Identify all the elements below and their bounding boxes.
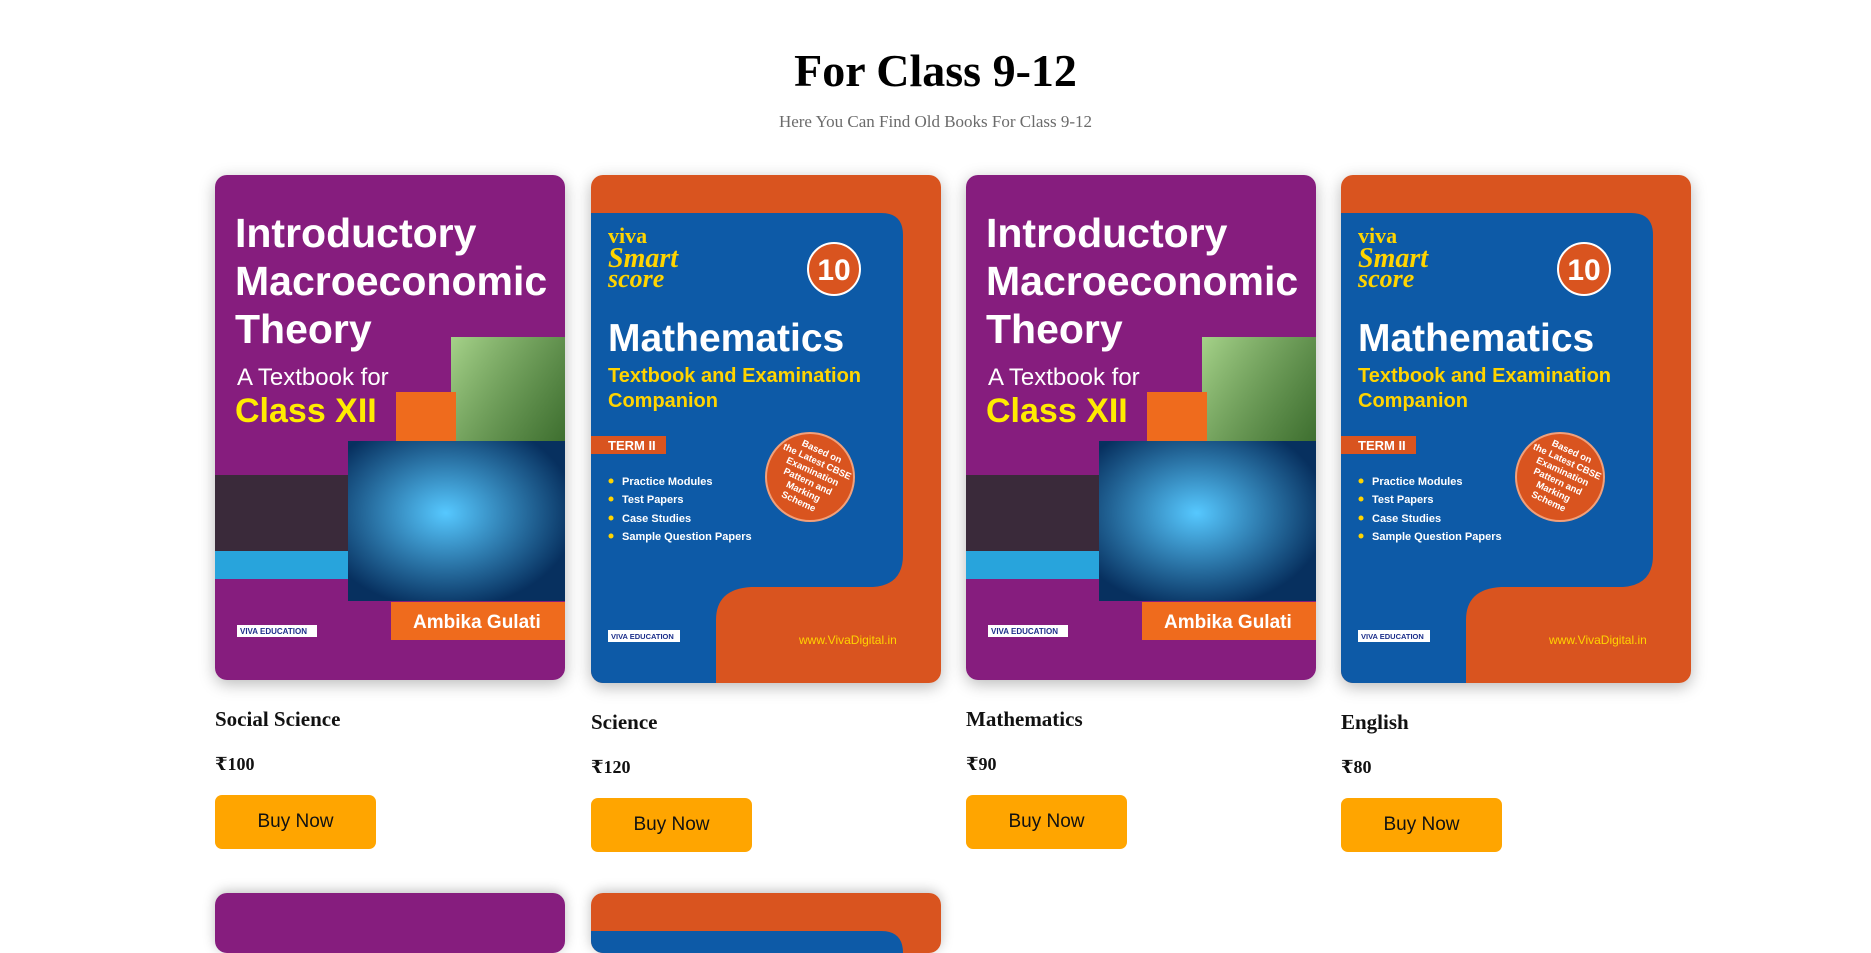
product-price: ₹90 xyxy=(966,754,997,774)
product-card: viva Smart score 10 Mathematics Textbook… xyxy=(591,175,941,852)
svg-text:Case Studies: Case Studies xyxy=(1372,513,1441,525)
product-price: ₹120 xyxy=(591,757,631,777)
book-cover-image[interactable]: Introductory Macroeconomic Theory A Text… xyxy=(966,175,1316,680)
svg-text:Ambika Gulati: Ambika Gulati xyxy=(1164,612,1292,633)
product-card: Introductory Macroeconomic Theory A Text… xyxy=(966,175,1316,849)
svg-text:Practice Modules: Practice Modules xyxy=(622,476,712,488)
svg-text:score: score xyxy=(1357,264,1414,293)
svg-text:TERM II: TERM II xyxy=(1358,438,1406,453)
svg-text:Macroeconomic: Macroeconomic xyxy=(235,258,547,304)
book-cover-image[interactable]: viva Smart score 10 Mathematics Textbook… xyxy=(1341,175,1691,683)
svg-text:VIVA EDUCATION: VIVA EDUCATION xyxy=(240,627,307,636)
product-name: Science xyxy=(591,710,658,734)
svg-text:A Textbook for: A Textbook for xyxy=(988,364,1140,391)
svg-text:score: score xyxy=(607,264,664,293)
svg-text:Textbook and Examination: Textbook and Examination xyxy=(1358,365,1611,387)
svg-text:A Textbook for: A Textbook for xyxy=(237,364,389,391)
svg-text:Case Studies: Case Studies xyxy=(622,513,691,525)
svg-text:www.VivaDigital.in: www.VivaDigital.in xyxy=(1548,633,1647,647)
svg-text:Mathematics: Mathematics xyxy=(608,317,844,360)
svg-text:Class XII: Class XII xyxy=(235,392,377,430)
book-cover-image[interactable] xyxy=(215,893,565,953)
svg-text:Practice Modules: Practice Modules xyxy=(1372,476,1462,488)
svg-text:VIVA EDUCATION: VIVA EDUCATION xyxy=(611,632,674,641)
product-price: ₹80 xyxy=(1341,757,1372,777)
page-subtitle: Here You Can Find Old Books For Class 9-… xyxy=(778,112,1093,131)
svg-text:Test Papers: Test Papers xyxy=(1372,494,1434,506)
svg-text:Sample Question Papers: Sample Question Papers xyxy=(622,531,752,543)
svg-text:Class XII: Class XII xyxy=(986,392,1128,430)
svg-text:Introductory: Introductory xyxy=(235,210,477,256)
page-title: For Class 9-12 xyxy=(794,45,1077,96)
product-card: viva Smart score 10 Mathematics Textbook… xyxy=(1341,175,1691,852)
svg-text:VIVA EDUCATION: VIVA EDUCATION xyxy=(991,627,1058,636)
svg-text:Theory: Theory xyxy=(235,306,372,352)
book-cover-image[interactable]: Introductory Macroeconomic Theory A Text… xyxy=(215,175,565,680)
product-card xyxy=(591,893,941,953)
svg-text:Mathematics: Mathematics xyxy=(1358,317,1594,360)
svg-text:Theory: Theory xyxy=(986,306,1123,352)
buy-now-button[interactable]: Buy Now xyxy=(215,795,376,849)
buy-now-button[interactable]: Buy Now xyxy=(966,795,1127,849)
svg-text:10: 10 xyxy=(1567,254,1600,287)
svg-text:www.VivaDigital.in: www.VivaDigital.in xyxy=(798,633,897,647)
book-cover-image[interactable] xyxy=(591,893,941,953)
svg-text:Macroeconomic: Macroeconomic xyxy=(986,258,1298,304)
svg-text:Sample Question Papers: Sample Question Papers xyxy=(1372,531,1502,543)
svg-text:Ambika Gulati: Ambika Gulati xyxy=(413,612,541,633)
svg-text:Test Papers: Test Papers xyxy=(622,494,684,506)
product-name: Mathematics xyxy=(966,707,1083,731)
book-cover-image[interactable]: viva Smart score 10 Mathematics Textbook… xyxy=(591,175,941,683)
svg-text:Introductory: Introductory xyxy=(986,210,1228,256)
svg-text:VIVA EDUCATION: VIVA EDUCATION xyxy=(1361,632,1424,641)
svg-text:Companion: Companion xyxy=(1358,390,1468,412)
product-card xyxy=(215,893,565,953)
product-card: Introductory Macroeconomic Theory A Text… xyxy=(215,175,565,849)
product-price: ₹100 xyxy=(215,754,255,774)
svg-text:TERM II: TERM II xyxy=(608,438,656,453)
product-name: Social Science xyxy=(215,707,341,731)
svg-text:Textbook and Examination: Textbook and Examination xyxy=(608,365,861,387)
buy-now-button[interactable]: Buy Now xyxy=(591,798,752,852)
svg-text:Companion: Companion xyxy=(608,390,718,412)
buy-now-button[interactable]: Buy Now xyxy=(1341,798,1502,852)
svg-text:10: 10 xyxy=(817,254,850,287)
product-name: English xyxy=(1341,710,1409,734)
